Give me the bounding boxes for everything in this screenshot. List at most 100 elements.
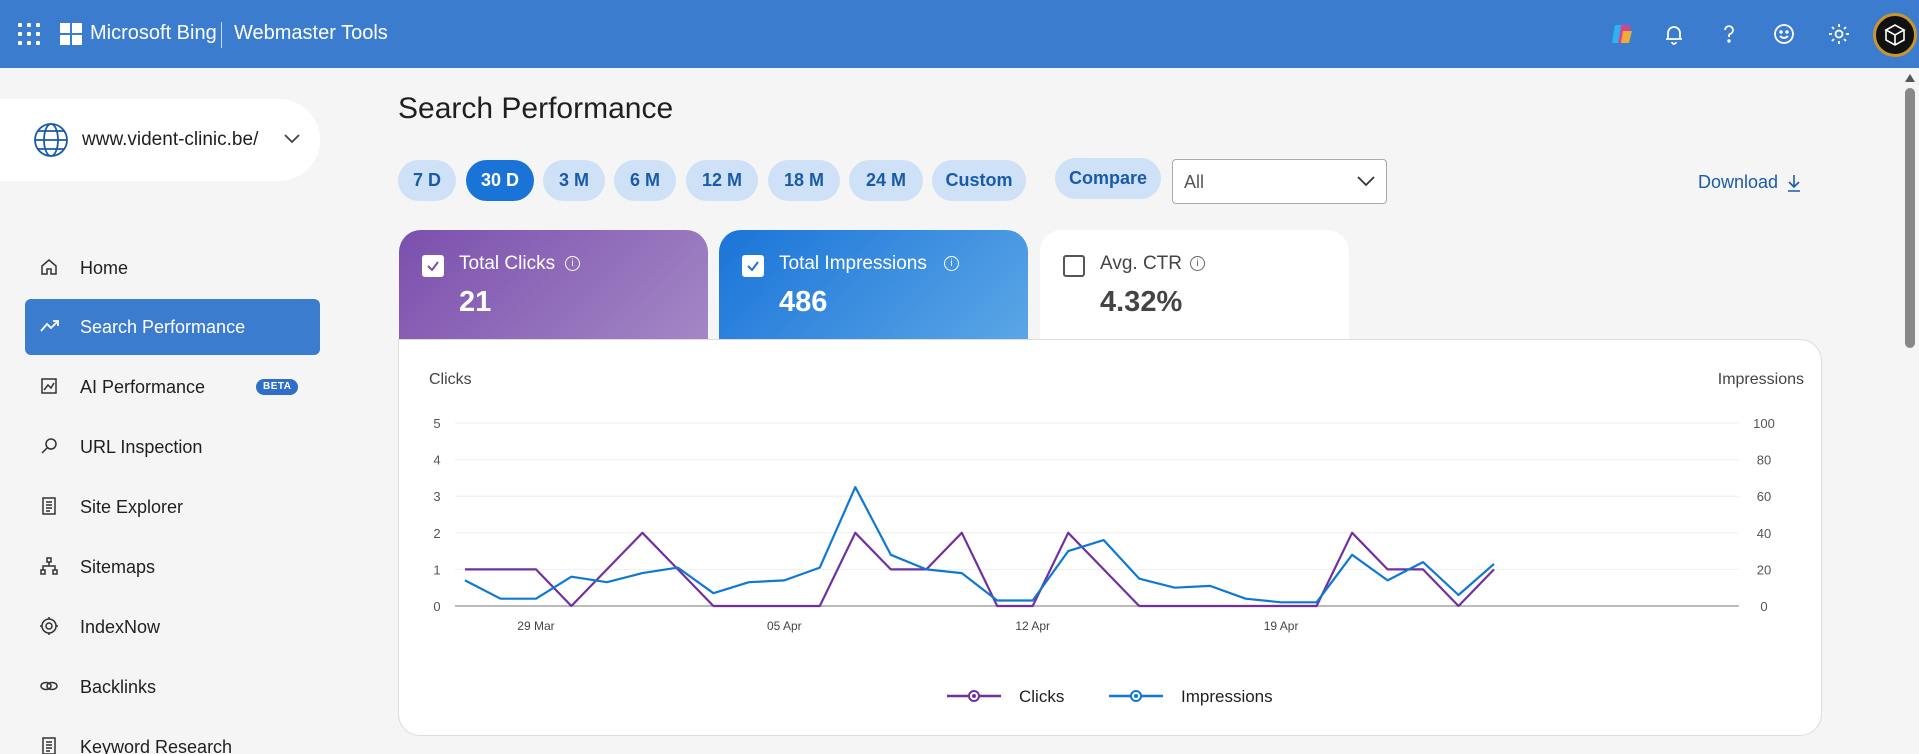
apps-icon[interactable] <box>18 23 40 45</box>
impressions-checkbox[interactable] <box>742 255 764 277</box>
sidebar-item-search-performance[interactable]: Search Performance <box>25 299 320 355</box>
card-title: Total Impressions <box>779 253 927 274</box>
y-tick-label: 2 <box>433 526 440 541</box>
brand-name[interactable]: Microsoft Bing <box>90 22 217 45</box>
card-value: 4.32% <box>1100 286 1183 318</box>
sidebar-item-keyword-research[interactable]: Keyword Research <box>25 719 320 754</box>
sidebar-item-label: Sitemaps <box>80 557 156 577</box>
y2-tick-label: 60 <box>1757 489 1771 504</box>
feedback-smiley-icon[interactable] <box>1770 20 1798 48</box>
range-12m-button[interactable]: 12 M <box>686 160 758 201</box>
y2-tick-label: 80 <box>1757 453 1771 468</box>
y2-tick-label: 100 <box>1753 416 1775 431</box>
download-button[interactable]: Download <box>1698 172 1802 193</box>
sidebar-item-label: Home <box>80 258 129 278</box>
range-3m-button[interactable]: 3 M <box>543 160 605 201</box>
link-icon <box>39 676 61 698</box>
sidebar-item-label: Backlinks <box>80 677 157 697</box>
total-clicks-card[interactable]: Total Clicks i 21 <box>399 230 708 340</box>
sidebar-item-label: Site Explorer <box>80 497 184 517</box>
sidebar-item-sitemaps[interactable]: Sitemaps <box>25 539 320 595</box>
legend-marker-dot <box>1134 694 1138 698</box>
range-6m-button[interactable]: 6 M <box>614 160 676 201</box>
info-icon[interactable]: i <box>565 256 580 271</box>
sidebar-item-site-explorer[interactable]: Site Explorer <box>25 479 320 535</box>
info-icon[interactable]: i <box>1190 256 1205 271</box>
copilot-icon[interactable] <box>1608 20 1636 48</box>
card-value: 486 <box>779 286 828 318</box>
legend-marker-dot <box>972 694 976 698</box>
total-impressions-card[interactable]: Total Impressions i 486 <box>719 230 1028 340</box>
sidebar-item-ai-performance[interactable]: AI Performance BETA <box>25 359 320 415</box>
sidebar-item-home[interactable]: Home <box>25 240 320 296</box>
product-name[interactable]: Webmaster Tools <box>234 22 388 45</box>
y2-axis-title: Impressions <box>1718 371 1804 388</box>
y-tick-label: 5 <box>433 416 440 431</box>
range-custom-button[interactable]: Custom <box>932 160 1026 201</box>
gear-icon <box>39 616 61 638</box>
document-icon <box>39 736 61 754</box>
y-tick-label: 4 <box>433 453 440 468</box>
filter-dropdown[interactable]: All <box>1172 159 1387 204</box>
clicks-checkbox[interactable] <box>422 255 444 277</box>
bell-icon[interactable] <box>1660 20 1688 48</box>
card-value: 21 <box>459 286 492 318</box>
sidebar-item-label: IndexNow <box>80 617 161 637</box>
page-title: Search Performance <box>398 92 674 125</box>
legend-label: Clicks <box>1019 687 1064 706</box>
compare-button[interactable]: Compare <box>1055 158 1161 199</box>
avatar[interactable] <box>1873 13 1917 57</box>
globe-icon <box>32 121 70 164</box>
download-label: Download <box>1698 172 1779 192</box>
image-chart-icon <box>39 376 61 398</box>
search-icon <box>39 436 61 458</box>
x-tick-label: 12 Apr <box>1015 619 1050 633</box>
avg-ctr-card[interactable]: Avg. CTR i 4.32% <box>1040 230 1349 340</box>
trend-icon <box>39 316 61 338</box>
sidebar-item-url-inspection[interactable]: URL Inspection <box>25 419 320 475</box>
y-tick-label: 1 <box>433 562 440 577</box>
y-tick-label: 0 <box>433 599 440 614</box>
download-icon <box>1788 174 1801 192</box>
x-tick-label: 05 Apr <box>767 619 802 633</box>
scrollbar-thumb[interactable] <box>1905 88 1915 348</box>
sidebar-item-indexnow[interactable]: IndexNow <box>25 599 320 655</box>
range-18m-button[interactable]: 18 M <box>768 160 840 201</box>
help-icon[interactable] <box>1715 20 1743 48</box>
card-title: Avg. CTR <box>1100 253 1183 274</box>
y-tick-label: 3 <box>433 489 440 504</box>
brand-separator <box>221 22 222 48</box>
y2-tick-label: 0 <box>1760 599 1767 614</box>
microsoft-logo-icon <box>60 23 82 45</box>
y-axis-title: Clicks <box>429 371 472 388</box>
site-url: www.vident-clinic.be/ <box>82 129 259 150</box>
ctr-checkbox[interactable] <box>1063 255 1085 277</box>
y2-tick-label: 20 <box>1757 562 1771 577</box>
sidebar-item-label: Keyword Research <box>80 737 233 754</box>
scroll-up-arrow[interactable] <box>1905 74 1915 82</box>
performance-chart: Clicks Impressions 0 1 2 3 4 5 0 20 40 60 80 100 29 Ma… <box>429 371 1804 706</box>
series-line-impressions <box>464 486 1495 604</box>
sidebar-item-label: AI Performance <box>80 377 206 397</box>
chevron-down-icon <box>1355 174 1377 193</box>
performance-chart-panel: Clicks Impressions 0 1 2 3 4 5 0 20 40 60 80 100 29 Ma… <box>398 339 1822 736</box>
top-bar: Microsoft Bing Webmaster Tools <box>0 0 1919 68</box>
beta-badge: BETA <box>256 379 299 395</box>
sidebar-item-label: Search Performance <box>80 317 246 337</box>
sidebar-item-label: URL Inspection <box>80 437 203 457</box>
x-tick-label: 29 Mar <box>517 619 554 633</box>
home-icon <box>39 257 61 279</box>
range-30d-button[interactable]: 30 D <box>466 160 534 201</box>
legend-label: Impressions <box>1181 687 1273 706</box>
document-icon <box>39 496 61 518</box>
info-icon[interactable]: i <box>944 256 959 271</box>
sidebar-item-backlinks[interactable]: Backlinks <box>25 659 320 715</box>
x-tick-label: 19 Apr <box>1264 619 1299 633</box>
settings-gear-icon[interactable] <box>1825 20 1853 48</box>
range-7d-button[interactable]: 7 D <box>398 160 456 201</box>
site-selector[interactable]: www.vident-clinic.be/ <box>0 99 320 181</box>
chevron-down-icon[interactable] <box>282 131 302 150</box>
sitemap-icon <box>39 556 61 578</box>
filter-value: All <box>1184 172 1205 192</box>
range-24m-button[interactable]: 24 M <box>849 160 923 201</box>
